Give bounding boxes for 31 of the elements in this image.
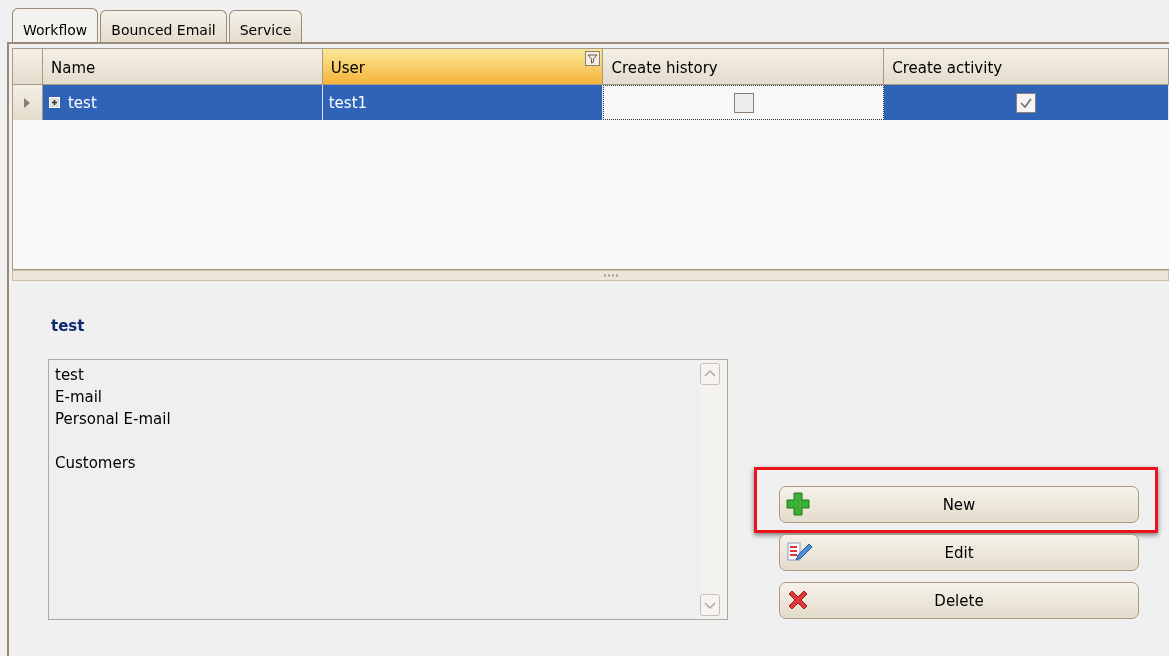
checkbox[interactable] bbox=[1016, 92, 1037, 113]
list-line: Customers bbox=[55, 453, 137, 474]
row-header[interactable] bbox=[13, 85, 43, 120]
list-line: Personal E-mail bbox=[55, 409, 172, 430]
scroll-up-icon[interactable] bbox=[700, 363, 720, 385]
table-cell: test1 bbox=[322, 85, 604, 120]
list-box[interactable]: test E-mail Personal E-mail Customers bbox=[48, 359, 728, 620]
column-header[interactable]: Name bbox=[42, 49, 323, 85]
row-pointer-icon bbox=[24, 97, 31, 108]
grip-icon[interactable] bbox=[602, 274, 619, 277]
column-header[interactable]: Create activity bbox=[884, 49, 1169, 85]
delete-icon bbox=[786, 588, 810, 612]
expand-icon[interactable] bbox=[48, 97, 60, 108]
plus-icon bbox=[786, 492, 810, 516]
tab[interactable]: Workflow bbox=[12, 8, 99, 42]
filter-icon[interactable] bbox=[585, 51, 601, 66]
scrollbar[interactable] bbox=[700, 360, 727, 619]
checkbox[interactable] bbox=[733, 92, 754, 113]
tab[interactable]: Service bbox=[228, 10, 303, 42]
column-header[interactable]: Create history bbox=[603, 49, 885, 85]
tab[interactable]: Bounced Email bbox=[100, 10, 227, 42]
table-cell: test bbox=[67, 93, 97, 112]
list-line: E-mail bbox=[55, 387, 104, 408]
record-title: test bbox=[51, 317, 86, 335]
scroll-down-icon[interactable] bbox=[700, 594, 720, 616]
delete-button[interactable]: Delete bbox=[779, 582, 1139, 619]
new-button[interactable]: New bbox=[779, 486, 1139, 523]
list-line: test bbox=[55, 365, 85, 386]
column-header[interactable]: User bbox=[322, 49, 604, 85]
edit-button[interactable]: Edit bbox=[779, 534, 1139, 571]
edit-icon bbox=[786, 540, 812, 564]
